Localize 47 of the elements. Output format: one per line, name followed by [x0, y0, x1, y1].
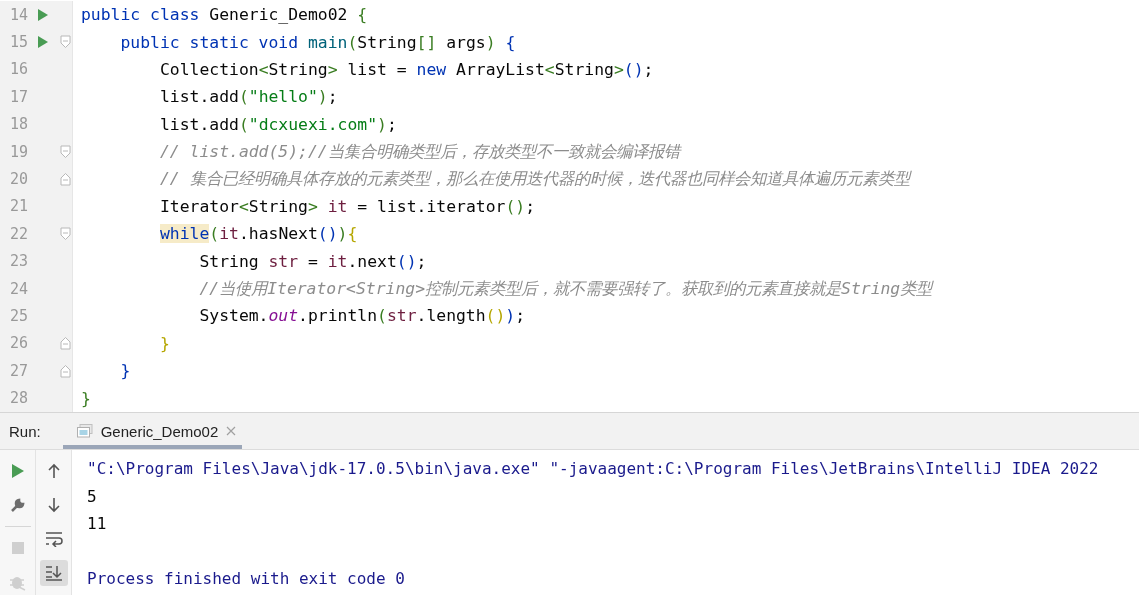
code-line: while(it.hasNext()){: [159, 224, 358, 244]
line-number: 24: [8, 279, 28, 298]
line-number: 20: [8, 170, 28, 189]
fold-icon[interactable]: [59, 226, 71, 241]
line-number: 26: [8, 334, 28, 353]
console-line: Process finished with exit code 0: [87, 568, 406, 590]
line-number: 28: [8, 389, 28, 408]
code-line: Iterator<String> it = list.iterator();: [159, 196, 535, 216]
run-icon[interactable]: [37, 7, 49, 22]
console-tab[interactable]: Generic_Demo02: [62, 413, 243, 449]
code-line: public static void main(String[] args) {: [120, 32, 516, 52]
fold-icon[interactable]: [59, 35, 71, 50]
run-label: Run:: [8, 422, 42, 440]
code-line: // 集合已经明确具体存放的元素类型，那么在使用迭代器的时候，迭代器也同样会知道具体遍历元素类型: [159, 168, 910, 191]
line-number: 19: [8, 142, 28, 161]
fold-icon[interactable]: [59, 172, 71, 187]
code-line: }: [159, 333, 170, 353]
close-icon[interactable]: [226, 426, 237, 436]
fold-icon[interactable]: [59, 336, 71, 351]
code-line: }: [120, 361, 131, 381]
console-icon: [76, 424, 93, 438]
line-number: 25: [8, 307, 28, 325]
scroll-to-end-icon[interactable]: [39, 560, 68, 586]
code-line: Collection<String> list = new ArrayList<String>();: [159, 59, 654, 79]
line-number: 22: [8, 224, 28, 243]
console-line: 11: [87, 513, 108, 535]
code-line: }: [81, 388, 91, 408]
line-number: 15: [8, 33, 28, 52]
code-line: //当使用Iterator<String>控制元素类型后，就不需要强转了。获取到的元素直接就是String类型: [199, 277, 933, 300]
console-line: 5: [87, 485, 98, 508]
line-number: 17: [8, 87, 28, 106]
code-line: public class Generic_Demo02 {: [81, 5, 368, 25]
line-number: 16: [8, 60, 28, 79]
line-number: 21: [8, 197, 28, 216]
run-icon[interactable]: [37, 35, 49, 50]
line-number: 18: [8, 115, 28, 134]
line-number: 27: [8, 361, 28, 380]
fold-icon[interactable]: [59, 363, 71, 378]
code-line: // list.add(5);//当集合明确类型后，存放类型不一致就会编译报错: [159, 140, 680, 163]
code-line: list.add("hello");: [159, 87, 338, 107]
code-line: System.out.println(str.length());: [199, 306, 526, 326]
line-number: 14: [8, 5, 28, 24]
line-number: 23: [8, 252, 28, 271]
code-line: String str = it.next();: [199, 251, 427, 271]
code-line: list.add("dcxuexi.com");: [159, 114, 397, 134]
console-line: "C:\Program Files\Java\jdk-17.0.5\bin\java.exe" "-javaagent:C:\Program Files\JetBrains\IntelliJ IDEA 2022: [87, 458, 1099, 480]
fold-icon[interactable]: [59, 144, 71, 159]
